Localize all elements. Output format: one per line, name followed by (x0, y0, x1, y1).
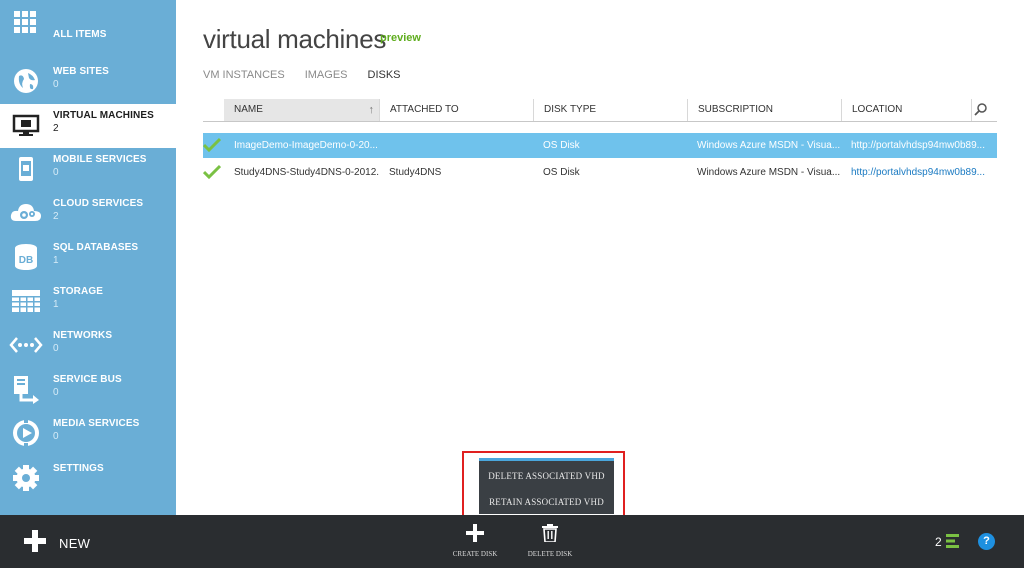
sidebar-item-label: SERVICE BUS (53, 374, 122, 385)
service-bus-icon (9, 372, 43, 406)
sidebar-item-label: STORAGE (53, 286, 103, 297)
command-bar: NEW CREATE DISK DELETE DISK 2 ? (0, 515, 1024, 568)
tab-vm-instances[interactable]: VM INSTANCES (203, 69, 285, 81)
disk-name: Study4DNS-Study4DNS-0-2012... (234, 167, 379, 178)
sidebar-item-count: 1 (53, 255, 59, 266)
network-icon (9, 328, 43, 362)
grid-icon (9, 4, 43, 38)
sidebar-item-label: WEB SITES (53, 66, 109, 77)
preview-badge: preview (380, 32, 421, 44)
disk-location-link[interactable]: http://portalvhdsp94mw0b89... (851, 160, 996, 185)
column-header-attached-to[interactable]: ATTACHED TO (380, 99, 534, 121)
sidebar-item-count: 0 (53, 431, 59, 442)
sidebar-item-label: SQL DATABASES (53, 242, 139, 253)
sidebar-item-count: 1 (53, 299, 59, 310)
disk-subscription: Windows Azure MSDN - Visua... (697, 140, 841, 151)
sidebar-item-count: 2 (53, 123, 59, 134)
sidebar-item-count: 0 (53, 167, 59, 178)
sidebar-item-storage[interactable]: STORAGE 1 (0, 280, 176, 324)
sidebar-item-count: 0 (53, 387, 59, 398)
operations-list-icon[interactable] (945, 533, 961, 549)
sidebar-item-label: SETTINGS (53, 463, 104, 474)
sidebar-item-label: VIRTUAL MACHINES (53, 110, 154, 121)
column-header-name[interactable]: NAME ↑ (224, 99, 380, 121)
svg-text:DB: DB (19, 255, 33, 266)
column-header-subscription[interactable]: SUBSCRIPTION (688, 99, 842, 121)
sidebar-item-virtual-machines[interactable]: VIRTUAL MACHINES 2 (0, 104, 176, 148)
tab-disks[interactable]: DISKS (368, 69, 401, 81)
delete-disk-menu: DELETE ASSOCIATED VHD RETAIN ASSOCIATED … (479, 458, 614, 514)
sidebar-item-media-services[interactable]: MEDIA SERVICES 0 (0, 412, 176, 456)
operations-count: 2 (935, 535, 942, 549)
trash-icon (515, 524, 585, 544)
delete-disk-label: DELETE DISK (527, 550, 573, 558)
table-row[interactable]: Study4DNS-Study4DNS-0-2012... Study4DNS … (203, 160, 997, 185)
tab-images[interactable]: IMAGES (305, 69, 348, 81)
settings-gear-icon (9, 461, 43, 495)
sidebar-item-label: ALL ITEMS (53, 29, 107, 40)
delete-disk-button[interactable]: DELETE DISK (515, 524, 585, 558)
new-button[interactable]: NEW (24, 530, 90, 557)
storage-table-icon (9, 284, 43, 318)
column-header-label: NAME (234, 104, 263, 115)
sidebar: ALL ITEMS WEB SITES 0 VIRTUAL MACHINES 2… (0, 0, 176, 515)
sidebar-item-label: MEDIA SERVICES (53, 418, 140, 429)
sidebar-item-networks[interactable]: NETWORKS 0 (0, 324, 176, 368)
disk-attached-to: Study4DNS (389, 167, 442, 178)
table-header: NAME ↑ ATTACHED TO DISK TYPE SUBSCRIPTIO… (203, 99, 997, 122)
sidebar-item-label: MOBILE SERVICES (53, 154, 147, 165)
new-button-label: NEW (59, 536, 91, 551)
create-disk-label: CREATE DISK (452, 550, 498, 558)
disk-type: OS Disk (543, 140, 580, 151)
media-icon (9, 416, 43, 450)
plus-icon (24, 530, 46, 557)
globe-icon (9, 64, 43, 98)
sidebar-item-count: 0 (53, 343, 59, 354)
sidebar-item-sql-databases[interactable]: DB SQL DATABASES 1 (0, 236, 176, 280)
create-disk-button[interactable]: CREATE DISK (440, 524, 510, 558)
cloud-gear-icon (9, 196, 43, 230)
database-icon: DB (9, 240, 43, 274)
mobile-icon (9, 152, 43, 186)
page-title: virtual machines (203, 24, 387, 54)
sidebar-item-web-sites[interactable]: WEB SITES 0 (0, 60, 176, 104)
table-row[interactable]: ImageDemo-ImageDemo-0-20... OS Disk Wind… (203, 133, 997, 158)
sidebar-item-settings[interactable]: SETTINGS (0, 457, 176, 501)
delete-associated-vhd-option[interactable]: DELETE ASSOCIATED VHD (479, 464, 614, 488)
search-icon[interactable] (973, 102, 993, 118)
sidebar-item-service-bus[interactable]: SERVICE BUS 0 (0, 368, 176, 412)
sidebar-item-label: CLOUD SERVICES (53, 198, 144, 209)
sidebar-item-cloud-services[interactable]: CLOUD SERVICES 2 (0, 192, 176, 236)
disk-subscription: Windows Azure MSDN - Visua... (697, 167, 841, 178)
column-header-location[interactable]: LOCATION (842, 99, 972, 121)
sidebar-item-label: NETWORKS (53, 330, 113, 341)
disk-name: ImageDemo-ImageDemo-0-20... (234, 140, 378, 151)
sidebar-item-count: 2 (53, 211, 59, 222)
sidebar-item-mobile-services[interactable]: MOBILE SERVICES 0 (0, 148, 176, 192)
plus-icon (440, 524, 510, 544)
retain-associated-vhd-option[interactable]: RETAIN ASSOCIATED VHD (479, 490, 614, 514)
column-header-disk-type[interactable]: DISK TYPE (534, 99, 688, 121)
disk-type: OS Disk (543, 167, 580, 178)
disk-location-link[interactable]: http://portalvhdsp94mw0b89... (851, 133, 996, 158)
tab-bar: VM INSTANCES IMAGES DISKS (203, 69, 421, 81)
checkmark-icon (203, 164, 223, 190)
sort-ascending-icon: ↑ (368, 104, 375, 116)
sidebar-item-all-items[interactable]: ALL ITEMS (0, 0, 176, 44)
monitor-icon (9, 108, 43, 142)
sidebar-item-count: 0 (53, 79, 59, 90)
help-icon[interactable]: ? (978, 533, 995, 550)
